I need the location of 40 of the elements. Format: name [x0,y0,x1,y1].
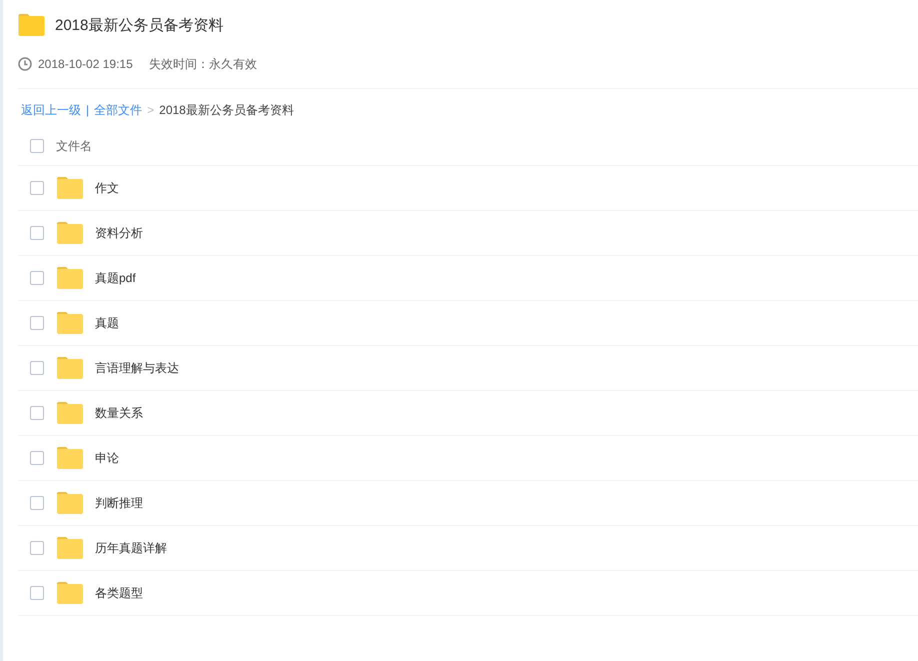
folder-icon [57,582,83,604]
folder-title: 2018最新公务员备考资料 [55,16,224,34]
checkbox[interactable] [30,496,44,510]
checkbox[interactable] [30,586,44,600]
folder-name[interactable]: 判断推理 [95,494,143,512]
checkbox[interactable] [30,406,44,420]
folder-icon [57,267,83,289]
folder-icon [18,14,45,36]
breadcrumb-arrow: > [147,103,154,117]
folder-icon [57,357,83,379]
folder-icon [57,537,83,559]
folder-icon [57,177,83,199]
checkbox[interactable] [30,271,44,285]
folder-name[interactable]: 数量关系 [95,404,143,422]
folder-icon [57,492,83,514]
folder-name[interactable]: 资料分析 [95,224,143,242]
folder-name[interactable]: 言语理解与表达 [95,360,179,376]
checkbox[interactable] [30,139,44,153]
folder-icon [57,222,83,244]
folder-icon [57,447,83,469]
checkbox[interactable] [30,541,44,555]
folder-name[interactable]: 申论 [95,450,119,466]
checkbox[interactable] [30,316,44,330]
folder-name[interactable]: 各类题型 [95,584,143,602]
share-date: 2018-10-02 19:15 [38,57,133,71]
folder-name[interactable]: 历年真题详解 [95,540,167,556]
folder-icon [57,312,83,334]
checkbox[interactable] [30,451,44,465]
checkbox[interactable] [30,181,44,195]
clock-icon [18,57,32,71]
folder-icon [57,402,83,424]
folder-name[interactable]: 真题pdf [95,270,136,286]
folder-name[interactable]: 作文 [95,180,119,196]
current-folder: 2018最新公务员备考资料 [159,102,294,118]
folder-name[interactable]: 真题 [95,314,119,332]
expiry-text: 失效时间：永久有效 [148,56,257,72]
separator: | [86,103,90,117]
checkbox[interactable] [30,361,44,375]
checkbox[interactable] [30,226,44,240]
column-header: 文件名 [56,138,92,154]
